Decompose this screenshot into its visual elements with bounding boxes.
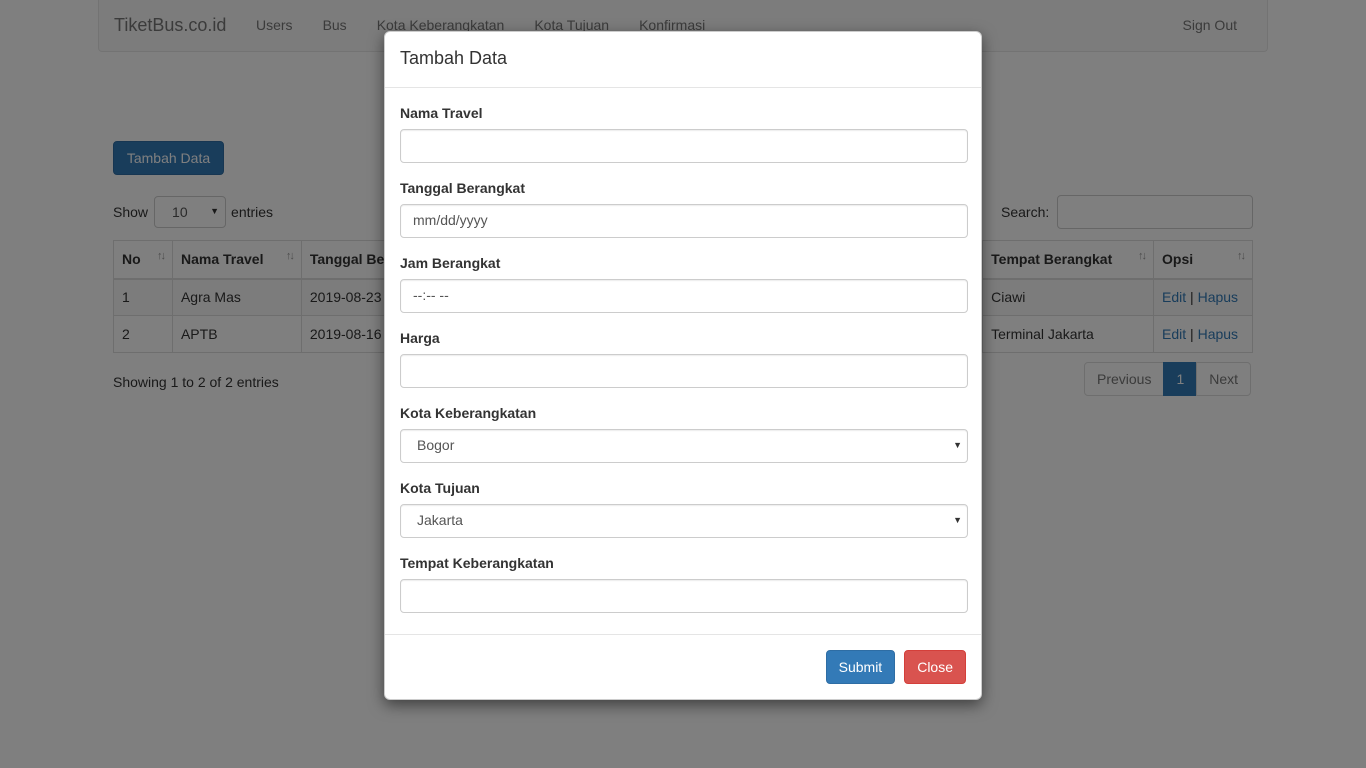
tempat-keberangkatan-label: Tempat Keberangkatan: [400, 555, 554, 571]
caret-down-icon: ▼: [953, 515, 962, 525]
form-group-tanggal: Tanggal Berangkat mm/dd/yyyy: [400, 178, 968, 238]
caret-down-icon: ▼: [953, 440, 962, 450]
kota-tujuan-label: Kota Tujuan: [400, 480, 480, 496]
form-group-nama-travel: Nama Travel: [400, 103, 968, 163]
submit-button[interactable]: Submit: [825, 650, 896, 684]
nama-travel-label: Nama Travel: [400, 105, 483, 121]
form-group-kota-tujuan: Kota Tujuan Jakarta ▼: [400, 478, 968, 538]
kota-keberangkatan-label: Kota Keberangkatan: [400, 405, 537, 421]
form-group-jam: Jam Berangkat --:-- --: [400, 253, 968, 313]
tanggal-berangkat-input[interactable]: mm/dd/yyyy: [400, 204, 968, 238]
tanggal-berangkat-label: Tanggal Berangkat: [400, 180, 525, 196]
nama-travel-input[interactable]: [400, 129, 968, 163]
kota-keberangkatan-select[interactable]: Bogor ▼: [400, 429, 968, 463]
form-group-harga: Harga: [400, 328, 968, 388]
kota-tujuan-select[interactable]: Jakarta ▼: [400, 504, 968, 538]
harga-label: Harga: [400, 330, 440, 346]
kota-keberangkatan-value: Bogor: [417, 437, 455, 453]
close-button[interactable]: Close: [904, 650, 966, 684]
modal-body: Nama Travel Tanggal Berangkat mm/dd/yyyy…: [385, 88, 981, 613]
modal-title: Tambah Data: [400, 48, 508, 68]
tempat-keberangkatan-input[interactable]: [400, 579, 968, 613]
kota-tujuan-value: Jakarta: [417, 512, 463, 528]
jam-berangkat-input[interactable]: --:-- --: [400, 279, 968, 313]
form-group-tempat-keberangkatan: Tempat Keberangkatan: [400, 553, 968, 613]
modal-header: Tambah Data: [385, 32, 981, 88]
add-data-modal: Tambah Data Nama Travel Tanggal Berangka…: [384, 31, 982, 700]
form-group-kota-keberangkatan: Kota Keberangkatan Bogor ▼: [400, 403, 968, 463]
modal-footer: Submit Close: [385, 634, 981, 699]
harga-input[interactable]: [400, 354, 968, 388]
jam-berangkat-label: Jam Berangkat: [400, 255, 501, 271]
